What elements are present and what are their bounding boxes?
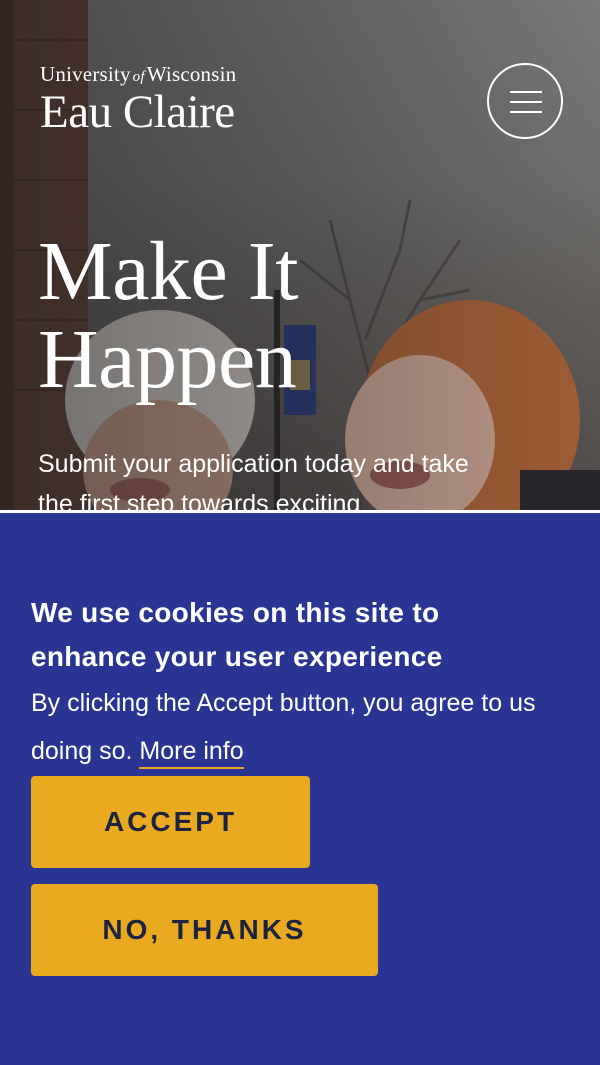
logo-university-line: University ofWisconsin [40,62,237,86]
hamburger-menu-icon-bar [510,111,542,113]
hamburger-menu-icon [510,91,542,93]
cookie-heading: We use cookies on this site to enhance y… [31,597,443,672]
hamburger-menu-icon-bar [510,101,542,103]
hero-title-line1: Make It [38,225,299,318]
more-info-link[interactable]: More info [139,737,244,769]
accept-button[interactable]: ACCEPT [31,776,310,868]
cookie-body-sentence: By clicking the Accept button, you agree… [31,689,536,765]
cookie-body-text: By clicking the Accept button, you agree… [31,679,551,775]
hero-title-line2: Happen [38,313,297,406]
menu-button[interactable] [487,63,563,139]
hero-section: University ofWisconsin Eau Claire Make It… [0,0,600,510]
university-logo[interactable]: University ofWisconsin Eau Claire [40,62,237,138]
hero-title: Make It Happen [38,228,458,404]
no-thanks-button[interactable]: NO, THANKS [31,884,378,976]
cookie-consent-banner: We use cookies on this site to enhance y… [0,510,600,1065]
hero-description: Submit your application today and take t… [38,450,469,510]
logo-campus-name: Eau Claire [40,86,235,138]
